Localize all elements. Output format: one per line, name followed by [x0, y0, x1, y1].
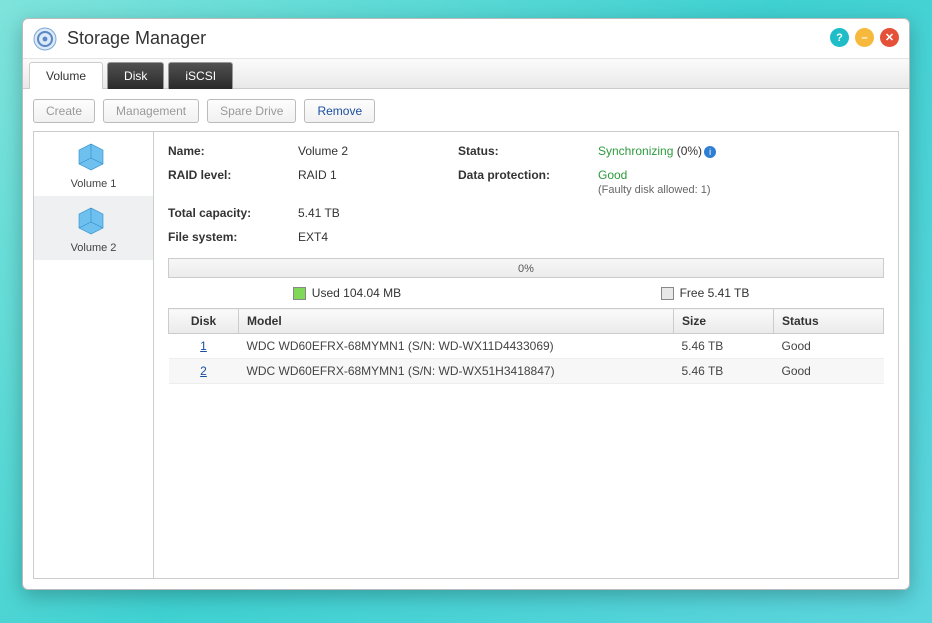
value-raid: RAID 1: [298, 168, 458, 196]
titlebar: Storage Manager ? – ✕: [23, 19, 909, 59]
app-icon: [33, 27, 57, 51]
create-button[interactable]: Create: [33, 99, 95, 123]
label-status: Status:: [458, 144, 598, 158]
col-size[interactable]: Size: [674, 309, 774, 334]
toolbar: Create Management Spare Drive Remove: [23, 89, 909, 131]
tab-volume[interactable]: Volume: [29, 62, 103, 89]
volume-sidebar: Volume 1 Volume 2: [34, 132, 154, 578]
cell-size: 5.46 TB: [674, 334, 774, 359]
cell-size: 5.46 TB: [674, 359, 774, 384]
minimize-button[interactable]: –: [855, 28, 874, 47]
value-status: Synchronizing (0%)i: [598, 144, 884, 158]
col-status[interactable]: Status: [774, 309, 884, 334]
col-model[interactable]: Model: [239, 309, 674, 334]
cell-model: WDC WD60EFRX-68MYMN1 (S/N: WD-WX51H34188…: [239, 359, 674, 384]
legend-free: Free 5.41 TB: [526, 286, 884, 300]
window-title: Storage Manager: [67, 28, 206, 49]
legend-used: Used 104.04 MB: [168, 286, 526, 300]
protection-text: Good: [598, 168, 627, 182]
protection-note: (Faulty disk allowed: 1): [598, 184, 711, 196]
remove-button[interactable]: Remove: [304, 99, 375, 123]
status-text: Synchronizing: [598, 144, 673, 158]
value-capacity: 5.41 TB: [298, 206, 458, 220]
sidebar-item-volume-2[interactable]: Volume 2: [34, 196, 153, 260]
cell-status: Good: [774, 334, 884, 359]
label-fs: File system:: [168, 230, 298, 244]
tabbar: Volume Disk iSCSI: [23, 59, 909, 89]
tab-disk[interactable]: Disk: [107, 62, 164, 89]
value-protection: Good (Faulty disk allowed: 1): [598, 168, 884, 196]
label-capacity: Total capacity:: [168, 206, 298, 220]
tab-iscsi[interactable]: iSCSI: [168, 62, 233, 89]
spare-drive-button[interactable]: Spare Drive: [207, 99, 296, 123]
label-name: Name:: [168, 144, 298, 158]
status-percent: (0%): [677, 144, 702, 158]
disk-table: Disk Model Size Status 1 WDC WD60EFRX-68…: [168, 308, 884, 384]
storage-manager-window: Storage Manager ? – ✕ Volume Disk iSCSI …: [22, 18, 910, 590]
content-area: Volume 1 Volume 2 Name: Volume 2: [33, 131, 899, 579]
main-panel: Name: Volume 2 Status: Synchronizing (0%…: [154, 132, 898, 578]
free-label: Free 5.41 TB: [680, 286, 750, 300]
usage-legend: Used 104.04 MB Free 5.41 TB: [168, 282, 884, 308]
volume-icon: [34, 140, 153, 174]
progress-text: 0%: [518, 263, 534, 275]
help-button[interactable]: ?: [830, 28, 849, 47]
usage-progress-bar: 0%: [168, 258, 884, 278]
volume-info: Name: Volume 2 Status: Synchronizing (0%…: [168, 144, 884, 244]
disk-link[interactable]: 2: [200, 364, 207, 378]
cell-model: WDC WD60EFRX-68MYMN1 (S/N: WD-WX11D44330…: [239, 334, 674, 359]
value-name: Volume 2: [298, 144, 458, 158]
free-swatch-icon: [661, 287, 674, 300]
sidebar-item-label: Volume 1: [34, 178, 153, 190]
value-fs: EXT4: [298, 230, 458, 244]
management-button[interactable]: Management: [103, 99, 199, 123]
col-disk[interactable]: Disk: [169, 309, 239, 334]
sidebar-item-label: Volume 2: [34, 242, 153, 254]
used-swatch-icon: [293, 287, 306, 300]
table-row[interactable]: 1 WDC WD60EFRX-68MYMN1 (S/N: WD-WX11D443…: [169, 334, 884, 359]
volume-icon: [34, 204, 153, 238]
cell-status: Good: [774, 359, 884, 384]
label-raid: RAID level:: [168, 168, 298, 196]
used-label: Used 104.04 MB: [312, 286, 401, 300]
close-button[interactable]: ✕: [880, 28, 899, 47]
disk-link[interactable]: 1: [200, 339, 207, 353]
info-icon[interactable]: i: [704, 146, 716, 158]
table-row[interactable]: 2 WDC WD60EFRX-68MYMN1 (S/N: WD-WX51H341…: [169, 359, 884, 384]
sidebar-item-volume-1[interactable]: Volume 1: [34, 132, 153, 196]
label-protection: Data protection:: [458, 168, 598, 196]
